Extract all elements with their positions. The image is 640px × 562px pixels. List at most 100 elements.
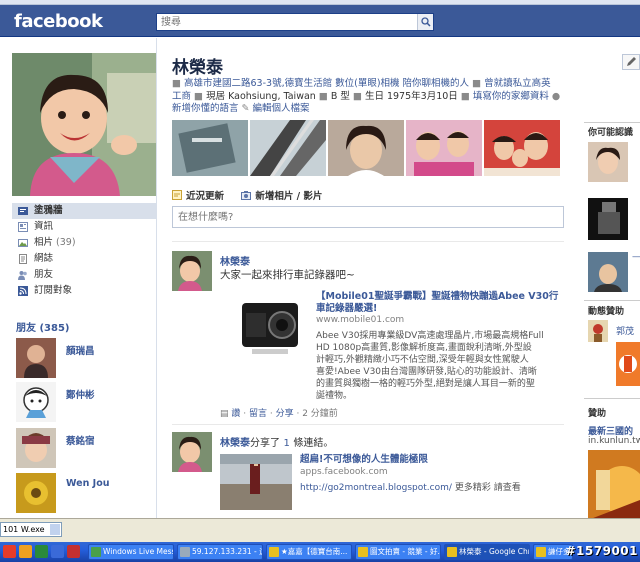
ad-avatar[interactable] bbox=[588, 320, 608, 342]
link-thumbnail[interactable] bbox=[220, 454, 292, 510]
story-avatar[interactable] bbox=[172, 432, 212, 472]
quicklaunch-icon[interactable] bbox=[67, 545, 80, 558]
friend-name[interactable]: 顏瑞昌 bbox=[66, 343, 95, 357]
strip-photo[interactable] bbox=[250, 120, 326, 176]
desc-line: Abee V30採用專業級DV高速處理晶片,市場最高規格Full bbox=[316, 331, 544, 341]
ad-name[interactable]: 郭茂 bbox=[616, 324, 634, 337]
friend-item[interactable]: 蔡銘宿 bbox=[16, 428, 146, 472]
taskbar-button[interactable]: 林榮泰 - Google Chro... bbox=[444, 544, 530, 560]
suggestion-avatar[interactable] bbox=[588, 142, 628, 182]
story-avatar[interactable] bbox=[172, 251, 212, 291]
pencil-icon: ✎ bbox=[241, 103, 250, 114]
task-label: 圖文拍賣 - 競業 - 好... bbox=[370, 547, 441, 556]
education-link-b[interactable]: 工商 bbox=[172, 91, 191, 102]
location-icon: ■ bbox=[194, 90, 204, 102]
link-count[interactable]: 1 bbox=[283, 438, 289, 449]
edit-profile-link[interactable]: 編輯個人檔案 bbox=[253, 103, 310, 114]
feed-story: 林榮泰分享了 1 條連結。 超扁!不可想像的人生體能極限 apps.facebo… bbox=[172, 432, 567, 522]
education-link-a[interactable]: 曾就讀私立高英 bbox=[484, 78, 551, 89]
story-timestamp[interactable]: 2 分鐘前 bbox=[302, 409, 338, 419]
birthday-text: 生日 1975年3月10日 bbox=[364, 90, 458, 102]
taskbar-button[interactable]: ★嘉嘉【德寶台南... bbox=[266, 544, 352, 560]
story-author-name[interactable]: 林榮泰 bbox=[220, 438, 250, 449]
friend-name[interactable]: Wen Jou bbox=[66, 478, 109, 489]
search-button[interactable] bbox=[417, 14, 433, 30]
desc-line: 喜愛!Abee V30由台灣團隊研發,貼心的功能設計、清晰 bbox=[316, 367, 537, 377]
link-title-line2[interactable]: 車記錄器嚴選! bbox=[316, 303, 377, 315]
share-link[interactable]: 分享 bbox=[276, 409, 294, 419]
windows-taskbar: Windows Live Messen... 59.127.133.231 - … bbox=[0, 542, 640, 562]
taskbar-button[interactable]: Windows Live Messen... bbox=[88, 544, 174, 560]
wall-icon bbox=[18, 207, 28, 215]
tab-label: 近況更新 bbox=[186, 191, 225, 202]
status-field[interactable]: 101 W.exe bbox=[0, 522, 62, 537]
edit-button[interactable] bbox=[622, 54, 640, 70]
link-title[interactable]: 超扁!不可想像的人生體能極限 bbox=[300, 454, 428, 466]
hometown-link[interactable]: 填寫你的家鄉資料 bbox=[473, 91, 549, 102]
more-link[interactable]: 更多精彩 bbox=[455, 483, 491, 493]
sponsored-stories-header: 動態贊助 bbox=[588, 307, 625, 317]
status-input[interactable] bbox=[173, 207, 553, 227]
languages-link[interactable]: 新增你懂的語言 bbox=[172, 103, 239, 114]
suggestion-avatar[interactable] bbox=[588, 252, 628, 292]
friend-avatar[interactable] bbox=[16, 382, 56, 422]
strip-photo[interactable] bbox=[484, 120, 560, 176]
quicklaunch-icon[interactable] bbox=[51, 545, 64, 558]
story-author: 林榮泰分享了 1 條連結。 bbox=[220, 434, 333, 449]
friend-name[interactable]: 鄭仲彬 bbox=[66, 387, 95, 401]
friend-avatar[interactable] bbox=[16, 338, 56, 378]
external-url-link[interactable]: http://go2montreal.blogspot.com/ bbox=[300, 483, 452, 493]
hometown-icon: ■ bbox=[460, 90, 470, 102]
friend-item[interactable]: 顏瑞昌 bbox=[16, 338, 146, 382]
nav-item-label: 朋友 bbox=[34, 269, 54, 280]
work-link[interactable]: 高雄市建國二路63-3號,德寶生活館 數位(單眼)相機 陪你聊相機的人 bbox=[184, 78, 469, 89]
nav-item-label: 塗鴉牆 bbox=[34, 205, 63, 216]
quicklaunch-icon[interactable] bbox=[3, 545, 16, 558]
comment-link[interactable]: 留言 bbox=[249, 409, 267, 419]
chevron-down-icon[interactable] bbox=[50, 524, 60, 535]
quicklaunch-icon[interactable] bbox=[35, 545, 48, 558]
friends-label: 朋友 bbox=[16, 323, 36, 334]
status-icon bbox=[172, 190, 182, 200]
friend-name[interactable]: 蔡銘宿 bbox=[66, 433, 95, 447]
profile-name: 林榮泰 bbox=[172, 58, 223, 78]
right-column: 你可能認識 — 動態贊助 郭茂 贊助 最新三國的 in.kunlun.tw bbox=[584, 38, 640, 550]
search-input[interactable] bbox=[157, 14, 407, 30]
strip-photo[interactable] bbox=[328, 120, 404, 176]
nav-item-subscriptions[interactable]: 訂閱對象 bbox=[12, 283, 156, 299]
strip-photo[interactable] bbox=[172, 120, 248, 176]
friend-item[interactable]: 鄭仲彬 bbox=[16, 382, 146, 426]
desc-line: 的畫質與獨樹一格的輕巧外型,絕對是讓人耳目一新的聖 bbox=[316, 379, 535, 389]
nav-item-wall[interactable]: 塗鴉牆 bbox=[12, 203, 156, 219]
friend-item[interactable]: Wen Jou bbox=[16, 473, 146, 517]
profile-nav: 塗鴉牆 資訊 相片 (39) 網誌 朋友 訂閱對象 bbox=[12, 203, 156, 299]
taskbar-button[interactable]: 圖文拍賣 - 競業 - 好... bbox=[355, 544, 441, 560]
facebook-logo[interactable]: facebook bbox=[14, 11, 103, 32]
tab-status-update[interactable]: 近況更新 bbox=[172, 190, 227, 202]
taskbar-button[interactable]: 59.127.133.231 - 遠... bbox=[177, 544, 263, 560]
link-thumbnail[interactable] bbox=[232, 293, 308, 359]
like-link[interactable]: 讚 bbox=[231, 409, 240, 419]
nav-item-photos[interactable]: 相片 (39) bbox=[12, 235, 156, 251]
ad-image[interactable] bbox=[616, 342, 640, 386]
task-label: ★嘉嘉【德寶台南... bbox=[281, 547, 348, 556]
friend-avatar[interactable] bbox=[16, 428, 56, 468]
info-icon bbox=[18, 222, 28, 232]
link-title-line1[interactable]: 【Mobile01聖誕爭霸戰】聖誕禮物快蹦過Abee V30行 bbox=[316, 291, 558, 303]
profile-picture[interactable] bbox=[12, 53, 156, 196]
nav-item-notes[interactable]: 網誌 bbox=[12, 251, 156, 267]
globe-icon: ● bbox=[551, 90, 561, 102]
nav-item-friends[interactable]: 朋友 bbox=[12, 267, 156, 283]
section-divider bbox=[584, 398, 640, 399]
tab-add-photo-video[interactable]: 新增相片 / 影片 bbox=[241, 191, 322, 202]
nav-item-info[interactable]: 資訊 bbox=[12, 219, 156, 235]
suggestion-avatar[interactable] bbox=[588, 198, 628, 240]
quicklaunch-icon[interactable] bbox=[19, 545, 32, 558]
friends-header[interactable]: 朋友 (385) bbox=[16, 319, 70, 334]
friend-avatar[interactable] bbox=[16, 473, 56, 513]
story-author[interactable]: 林榮泰 bbox=[220, 253, 250, 268]
profile-info: ■ 高雄市建國二路63-3號,德寶生活館 數位(單眼)相機 陪你聊相機的人 ■ … bbox=[172, 78, 567, 116]
link-count-suffix: 條連結。 bbox=[293, 438, 334, 449]
strip-photo[interactable] bbox=[406, 120, 482, 176]
work-icon: ■ bbox=[172, 78, 181, 89]
